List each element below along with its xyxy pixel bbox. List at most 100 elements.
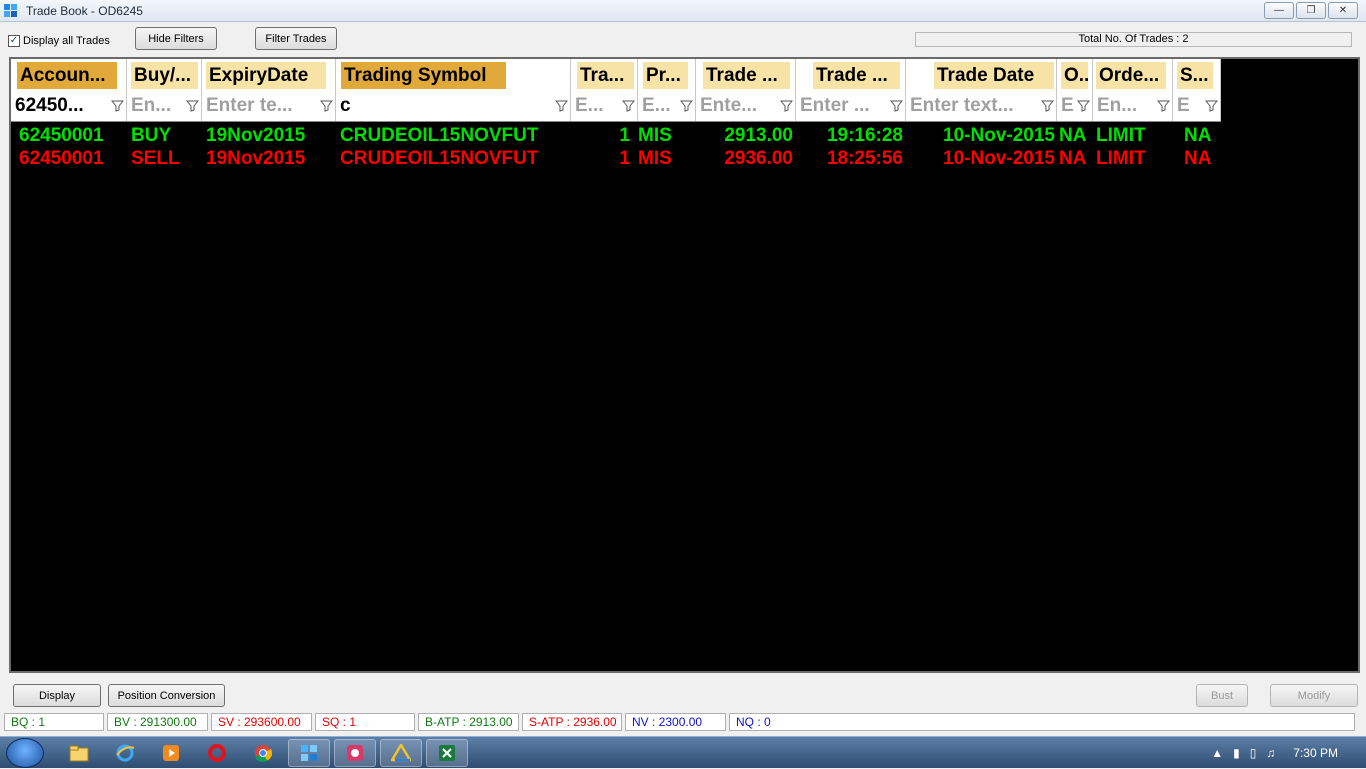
- excel-icon[interactable]: [426, 739, 468, 767]
- cell-side: SELL: [131, 148, 180, 169]
- network-signal-icon[interactable]: ▮: [1233, 746, 1240, 760]
- internet-explorer-icon[interactable]: [104, 739, 146, 767]
- taskbar-clock[interactable]: 7:30 PM: [1293, 746, 1338, 760]
- bust-button[interactable]: Bust: [1196, 684, 1248, 707]
- cell-account: 62450001: [19, 148, 104, 169]
- column-header-trade-time[interactable]: Trade ...: [796, 59, 906, 91]
- filter-funnel-icon[interactable]: [1041, 99, 1054, 112]
- power-icon[interactable]: ▯: [1250, 746, 1257, 760]
- opera-icon[interactable]: [196, 739, 238, 767]
- paint-app-icon[interactable]: [334, 739, 376, 767]
- cell-s: NA: [1184, 125, 1212, 146]
- column-header-row: Accoun... Buy/... ExpiryDate Trading Sym…: [11, 59, 1221, 91]
- cell-symbol: CRUDEOIL15NOVFUT: [340, 148, 539, 169]
- cell-date: 10-Nov-2015: [943, 148, 1055, 169]
- trade-grid: Accoun... Buy/... ExpiryDate Trading Sym…: [9, 57, 1360, 673]
- column-header-trade-date[interactable]: Trade Date: [906, 59, 1057, 91]
- filter-trading-symbol[interactable]: c: [336, 91, 571, 121]
- media-player-icon[interactable]: [150, 739, 192, 767]
- filter-s[interactable]: E: [1173, 91, 1221, 121]
- filter-funnel-icon[interactable]: [320, 99, 333, 112]
- cell-symbol: CRUDEOIL15NOVFUT: [340, 125, 539, 146]
- cell-price: 2913.00: [724, 125, 793, 146]
- modify-button[interactable]: Modify: [1270, 684, 1358, 707]
- status-bv: BV : 291300.00: [107, 713, 208, 731]
- filter-funnel-icon[interactable]: [780, 99, 793, 112]
- minimize-button[interactable]: —: [1264, 2, 1294, 19]
- filter-account[interactable]: 62450...: [11, 91, 127, 121]
- filter-trades-button[interactable]: Filter Trades: [255, 27, 337, 50]
- taskbar: ▲ ▮ ▯ ♫ 7:30 PM: [0, 736, 1366, 768]
- cell-expiry: 19Nov2015: [206, 125, 306, 146]
- start-button[interactable]: [6, 738, 44, 768]
- column-header-account[interactable]: Accoun...: [11, 59, 127, 91]
- column-header-o[interactable]: O...: [1057, 59, 1093, 91]
- status-sq: SQ : 1: [315, 713, 415, 731]
- app-icon: [3, 3, 18, 18]
- status-nv: NV : 2300.00: [625, 713, 726, 731]
- column-header-trade-qty[interactable]: Tra...: [571, 59, 638, 91]
- table-row[interactable]: 62450001 SELL 19Nov2015 CRUDEOIL15NOVFUT…: [11, 147, 1221, 170]
- cell-product: MIS: [638, 148, 672, 169]
- column-header-s[interactable]: S...: [1173, 59, 1221, 91]
- hide-filters-button[interactable]: Hide Filters: [135, 27, 217, 50]
- column-header-product[interactable]: Pr...: [638, 59, 696, 91]
- position-conversion-button[interactable]: Position Conversion: [108, 684, 225, 707]
- close-button[interactable]: ✕: [1328, 2, 1358, 19]
- cell-date: 10-Nov-2015: [943, 125, 1055, 146]
- column-header-expiry-date[interactable]: ExpiryDate: [202, 59, 336, 91]
- filter-trade-date[interactable]: Enter text...: [906, 91, 1057, 121]
- filter-funnel-icon[interactable]: [680, 99, 693, 112]
- column-header-buy-sell[interactable]: Buy/...: [127, 59, 202, 91]
- filter-trade-qty[interactable]: E...: [571, 91, 638, 121]
- column-header-trade-price[interactable]: Trade ...: [696, 59, 796, 91]
- table-row[interactable]: 62450001 BUY 19Nov2015 CRUDEOIL15NOVFUT …: [11, 124, 1221, 147]
- status-s-atp: S-ATP : 2936.00: [522, 713, 622, 731]
- filter-funnel-icon[interactable]: [1205, 99, 1218, 112]
- cell-product: MIS: [638, 125, 672, 146]
- cell-s: NA: [1184, 148, 1212, 169]
- column-header-trading-symbol[interactable]: Trading Symbol: [336, 59, 571, 91]
- filter-expiry-date[interactable]: Enter te...: [202, 91, 336, 121]
- cell-order-type: LIMIT: [1096, 125, 1146, 146]
- filter-funnel-icon[interactable]: [111, 99, 124, 112]
- drive-app-icon[interactable]: [380, 739, 422, 767]
- cell-qty: 1: [619, 125, 630, 146]
- volume-icon[interactable]: ♫: [1266, 746, 1275, 760]
- filter-trade-price[interactable]: Ente...: [696, 91, 796, 121]
- tray-expand-icon[interactable]: ▲: [1211, 746, 1223, 760]
- status-bar: BQ : 1 BV : 291300.00 SV : 293600.00 SQ …: [0, 713, 1366, 733]
- restore-button[interactable]: ❐: [1296, 2, 1326, 19]
- column-header-order-type[interactable]: Orde...: [1093, 59, 1173, 91]
- trading-app-icon[interactable]: [288, 739, 330, 767]
- cell-order-type: LIMIT: [1096, 148, 1146, 169]
- status-bq: BQ : 1: [4, 713, 104, 731]
- chrome-icon[interactable]: [242, 739, 284, 767]
- total-trades-count: Total No. Of Trades : 2: [915, 32, 1352, 47]
- filter-funnel-icon[interactable]: [555, 99, 568, 112]
- system-tray: ▲ ▮ ▯ ♫ 7:30 PM: [1201, 737, 1366, 769]
- cell-account: 62450001: [19, 125, 104, 146]
- cell-price: 2936.00: [724, 148, 793, 169]
- checkbox-checked-icon[interactable]: ✓: [8, 35, 20, 47]
- filter-funnel-icon[interactable]: [186, 99, 199, 112]
- filter-funnel-icon[interactable]: [1157, 99, 1170, 112]
- filter-order-type[interactable]: En...: [1093, 91, 1173, 121]
- filter-trade-time[interactable]: Enter ...: [796, 91, 906, 121]
- display-all-trades-label: Display all Trades: [23, 35, 110, 47]
- explorer-icon[interactable]: [58, 739, 100, 767]
- display-all-trades-checkbox[interactable]: ✓ Display all Trades: [8, 35, 110, 47]
- filter-o[interactable]: E: [1057, 91, 1093, 121]
- cell-qty: 1: [619, 148, 630, 169]
- cell-expiry: 19Nov2015: [206, 148, 306, 169]
- title-bar: Trade Book - OD6245 — ❐ ✕: [0, 0, 1366, 22]
- filter-product[interactable]: E...: [638, 91, 696, 121]
- filter-funnel-icon[interactable]: [890, 99, 903, 112]
- status-nq: NQ : 0: [729, 713, 1355, 731]
- filter-funnel-icon[interactable]: [1077, 99, 1090, 112]
- cell-side: BUY: [131, 125, 172, 146]
- filter-funnel-icon[interactable]: [622, 99, 635, 112]
- filter-buy-sell[interactable]: En...: [127, 91, 202, 121]
- display-button[interactable]: Display: [13, 684, 101, 707]
- bottom-action-bar: Display Position Conversion Bust Modify: [0, 680, 1366, 710]
